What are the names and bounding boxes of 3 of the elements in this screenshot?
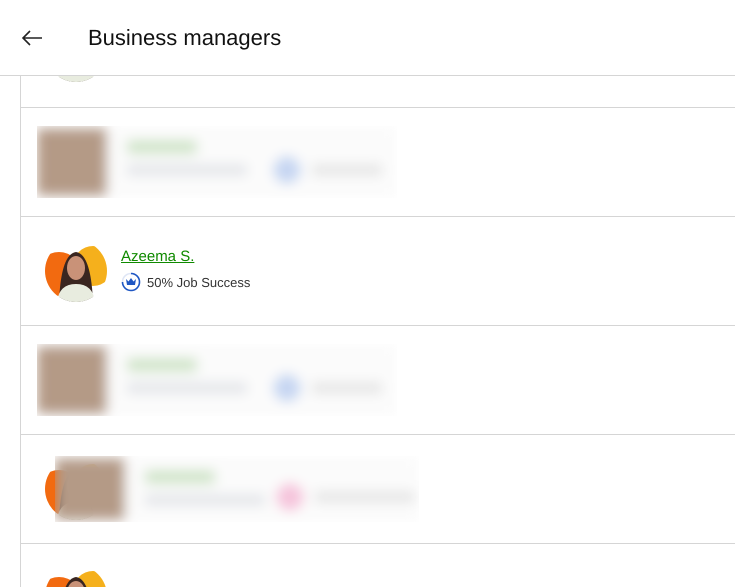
page-title: Business managers — [88, 24, 282, 52]
freelancer-name-link[interactable]: Azeema S. — [121, 246, 194, 268]
job-success-text: 50% Job Success — [147, 274, 250, 292]
